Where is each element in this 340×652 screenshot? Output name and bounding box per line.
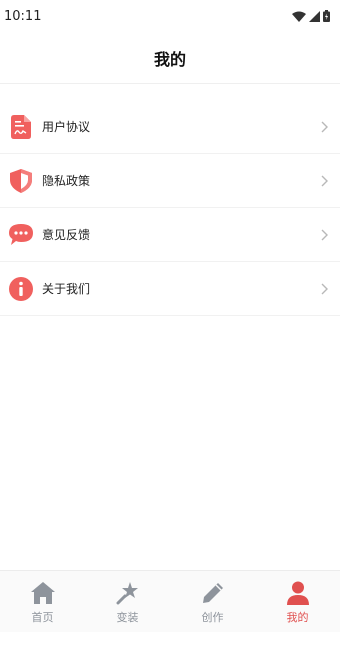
tab-label: 创作 [201,611,224,624]
pencil-icon [201,581,225,605]
shield-icon [9,168,33,193]
document-icon [9,114,33,139]
wifi-icon [292,11,306,22]
menu-item-feedback[interactable]: 意见反馈 [0,208,340,262]
menu-list: 用户协议 隐私政策 意见反馈 关于我们 [0,100,340,316]
chevron-right-icon [318,120,332,134]
tab-dress-up[interactable]: 变装 [85,571,170,632]
tab-label: 变装 [116,611,139,624]
tab-home[interactable]: 首页 [0,571,85,632]
header: 我的 [0,32,340,84]
menu-item-label: 意见反馈 [42,228,91,242]
status-bar: 10:11 [0,0,340,32]
tab-mine[interactable]: 我的 [255,571,340,632]
menu-item-label: 关于我们 [42,282,91,296]
menu-item-about-us[interactable]: 关于我们 [0,262,340,316]
tab-label: 首页 [31,611,54,624]
user-icon [286,581,310,605]
magic-wand-icon [116,581,140,605]
home-icon [30,581,55,605]
chevron-right-icon [318,228,332,242]
menu-item-label: 隐私政策 [42,174,91,188]
status-time: 10:11 [4,8,42,24]
menu-item-user-agreement[interactable]: 用户协议 [0,100,340,154]
menu-item-label: 用户协议 [42,120,91,134]
tab-create[interactable]: 创作 [170,571,255,632]
battery-icon [323,10,330,22]
signal-icon [309,10,320,22]
page-title: 我的 [153,49,186,69]
chevron-right-icon [318,174,332,188]
chevron-right-icon [318,282,332,296]
home-indicator-area [0,632,340,652]
tab-label: 我的 [286,611,309,624]
chat-bubble-icon [9,223,33,247]
info-icon [9,276,33,301]
status-icons [292,10,330,22]
bottom-nav: 首页 变装 创作 我的 [0,570,340,632]
screen: 10:11 我的 用户协议 隐私政策 意见反馈 关于我们 首页 变装 创作 我的 [0,0,340,652]
menu-item-privacy-policy[interactable]: 隐私政策 [0,154,340,208]
